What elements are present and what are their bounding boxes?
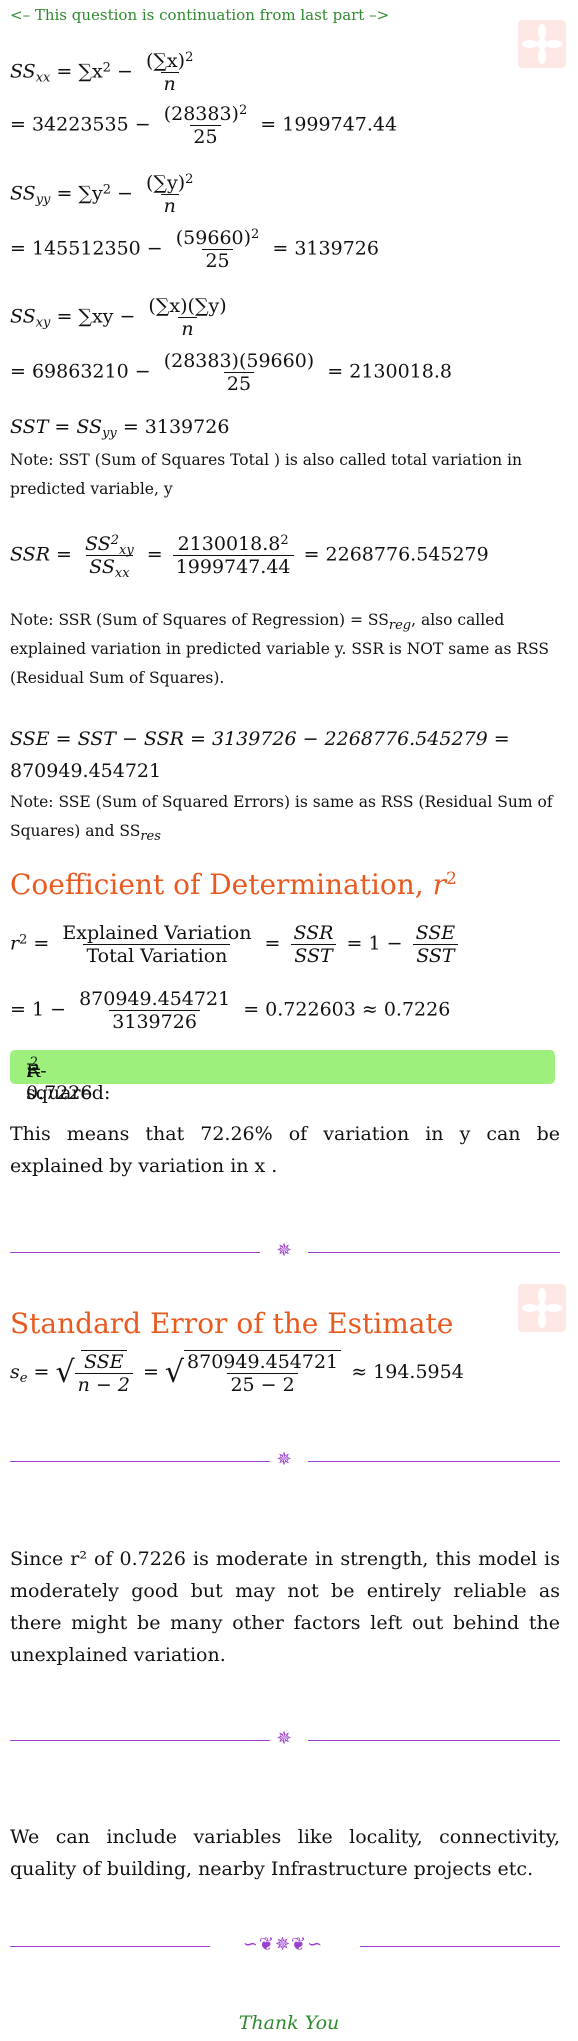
ornament-divider-icon: ✵ xyxy=(276,1728,292,1749)
divider-line xyxy=(10,1461,270,1462)
ornament-divider-icon: ✵ xyxy=(276,1449,292,1470)
divider-line xyxy=(308,1252,560,1253)
r-squared-definition: r2 = Explained Variation Total Variation … xyxy=(10,922,462,967)
sse-note: Note: SSE (Sum of Squared Errors) is sam… xyxy=(10,793,553,844)
coefficient-heading: Coefficient of Determination, r2 xyxy=(10,868,457,901)
thank-you-text: Thank You xyxy=(238,2012,340,2034)
ssxx-calculation: = 34223535 − (28383)2 25 = 1999747.44 xyxy=(10,103,398,148)
ssxx-def-num: (∑x)2 xyxy=(145,50,194,72)
ssxx-definition: SSxx = ∑x2 − (∑x)2 n xyxy=(10,50,200,95)
ssxy-calculation: = 69863210 − (28383)(59660) 25 = 2130018.… xyxy=(10,350,452,395)
standard-error-equation: se = √ SSE n − 2 = √ 870949.454721 25 − 2 ≈ … xyxy=(10,1350,464,1396)
sst-note: Note: SST (Sum of Squares Total ) is als… xyxy=(10,451,522,498)
divider-line xyxy=(10,1252,260,1253)
divider-line xyxy=(308,1740,560,1741)
sse-equation: SSE = SST − SSR = 3139726 − 2268776.5452… xyxy=(10,728,510,750)
ssxy-definition: SSxy = ∑xy − (∑x)(∑y) n xyxy=(10,295,227,340)
standard-error-heading: Standard Error of the Estimate xyxy=(10,1307,454,1340)
ssr-note: Note: SSR (Sum of Squares of Regression)… xyxy=(10,611,550,687)
watermark-flower-icon xyxy=(518,1284,566,1332)
watermark-flower-icon xyxy=(518,20,566,68)
solution-page: <– This question is continuation from la… xyxy=(0,0,578,2041)
ssyy-calculation: = 145512350 − (59660)2 25 = 3139726 xyxy=(10,227,379,272)
r-squared-meaning: This means that 72.26% of variation in y… xyxy=(10,1123,560,1177)
ornament-divider-icon: ∽❦✵❦∽ xyxy=(242,1934,324,1955)
conclusion-paragraph: Since r² of 0.7226 is moderate in streng… xyxy=(10,1548,560,1666)
suggestion-paragraph: We can include variables like locality, … xyxy=(10,1826,560,1880)
r-squared-result-box: R-squared: r2 = 0.7226 xyxy=(10,1050,555,1104)
sst-equation: SST = SSyy = 3139726 xyxy=(10,416,230,441)
sse-value: 870949.454721 xyxy=(10,760,162,782)
r-squared-calculation: = 1 − 870949.454721 3139726 = 0.722603 ≈ … xyxy=(10,988,451,1033)
divider-line xyxy=(360,1946,560,1947)
continuation-note: <– This question is continuation from la… xyxy=(10,6,390,24)
ornament-divider-icon: ✵ xyxy=(276,1240,292,1261)
divider-line xyxy=(10,1946,210,1947)
divider-line xyxy=(308,1461,560,1462)
divider-line xyxy=(10,1740,270,1741)
ssyy-definition: SSyy = ∑y2 − (∑y)2 n xyxy=(10,172,194,217)
ssr-equation: SSR = SS2xy SSxx = 2130018.82 1999747.44 =… xyxy=(10,533,489,581)
